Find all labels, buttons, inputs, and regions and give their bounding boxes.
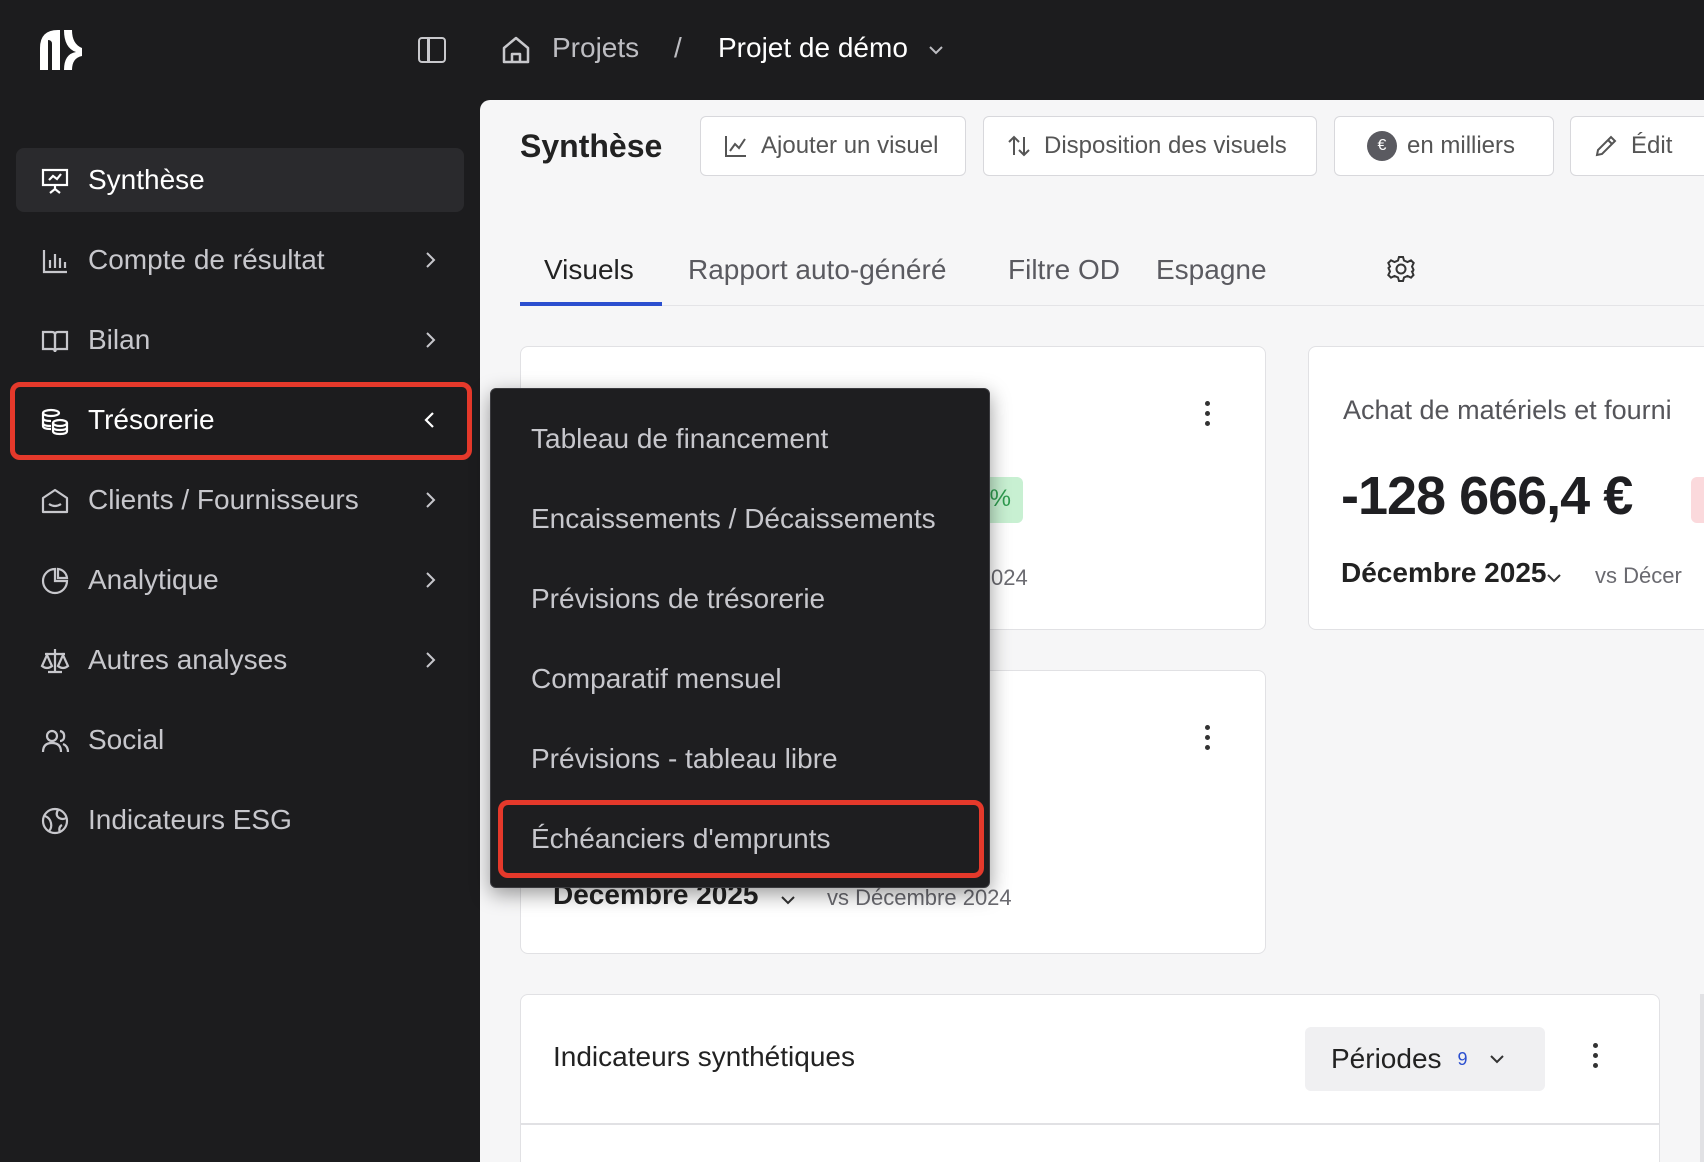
periods-label: Périodes bbox=[1331, 1043, 1442, 1074]
periods-button[interactable]: Périodes 9 bbox=[1305, 1027, 1545, 1091]
gear-icon[interactable] bbox=[1386, 254, 1416, 284]
chevron-down-icon bbox=[1489, 1055, 1504, 1064]
sidebar-item-label: Indicateurs ESG bbox=[88, 804, 292, 835]
layout-visuals-label: Disposition des visuels bbox=[1044, 132, 1287, 159]
card-title: Achat de matériels et fourni bbox=[1343, 395, 1672, 425]
users-icon bbox=[41, 729, 70, 753]
active-tab-indicator bbox=[520, 302, 662, 306]
chevron-down-icon[interactable] bbox=[1545, 569, 1563, 587]
euro-icon: € bbox=[1367, 131, 1397, 161]
pencil-icon bbox=[1595, 135, 1617, 157]
sidebar-item-label: Social bbox=[88, 724, 165, 755]
sidebar-item-autres-analyses[interactable]: Autres analyses bbox=[16, 628, 464, 692]
edit-button[interactable]: Édit bbox=[1570, 116, 1704, 176]
kpi-card-achat-materiels: Achat de matériels et fourni -128 666,4 … bbox=[1308, 346, 1704, 630]
sidebar-item-indicateurs-esg[interactable]: Indicateurs ESG bbox=[16, 788, 464, 852]
chevron-left-icon bbox=[424, 412, 434, 428]
scale-icon bbox=[40, 649, 70, 674]
add-visual-label: Ajouter un visuel bbox=[761, 132, 939, 159]
sidebar-item-compte-de-resultat[interactable]: Compte de résultat bbox=[16, 228, 464, 292]
sidebar-item-social[interactable]: Social bbox=[16, 708, 464, 772]
submenu-item-previsions-de-tresorerie[interactable]: Prévisions de trésorerie bbox=[531, 583, 825, 615]
house-icon bbox=[41, 488, 69, 514]
line-chart-icon bbox=[725, 136, 746, 157]
page-title: Synthèse bbox=[520, 128, 663, 164]
add-visual-button[interactable]: Ajouter un visuel bbox=[700, 116, 966, 176]
sidebar-item-synthese[interactable]: Synthèse bbox=[16, 148, 464, 212]
tab-espagne[interactable]: Espagne bbox=[1156, 254, 1267, 286]
edit-label: Édit bbox=[1631, 132, 1673, 159]
next-card-edge bbox=[1700, 994, 1704, 1162]
submenu-item-encaissements-decaissements[interactable]: Encaissements / Décaissements bbox=[531, 503, 936, 535]
breadcrumb-separator: / bbox=[674, 32, 682, 63]
comparison-label: 024 bbox=[991, 565, 1028, 590]
layout-visuals-button[interactable]: Disposition des visuels bbox=[983, 116, 1317, 176]
chevron-down-icon[interactable] bbox=[779, 891, 797, 909]
bar-chart-icon bbox=[42, 250, 67, 274]
pie-chart-icon bbox=[41, 567, 69, 595]
sidebar-item-label: Compte de résultat bbox=[88, 244, 325, 275]
presentation-icon bbox=[41, 168, 69, 194]
sidebar-item-analytique[interactable]: Analytique bbox=[16, 548, 464, 612]
sidebar-item-label: Analytique bbox=[88, 564, 219, 595]
tab-rapport-auto-genere[interactable]: Rapport auto-généré bbox=[688, 254, 946, 286]
top-bar: Projets / Projet de démo bbox=[0, 0, 1704, 100]
more-options-icon[interactable] bbox=[1591, 1043, 1599, 1073]
submenu-item-previsions-tableau-libre[interactable]: Prévisions - tableau libre bbox=[531, 743, 838, 775]
units-label: en milliers bbox=[1407, 132, 1516, 159]
chevron-right-icon bbox=[426, 492, 436, 508]
sort-arrows-icon bbox=[1008, 135, 1030, 157]
units-button[interactable]: € en milliers bbox=[1334, 116, 1554, 176]
chevron-right-icon bbox=[426, 252, 436, 268]
sidebar-item-label: Autres analyses bbox=[88, 644, 288, 675]
divider bbox=[521, 1123, 1659, 1125]
breadcrumb-projects[interactable]: Projets bbox=[552, 32, 639, 64]
sidebar-item-label: Bilan bbox=[88, 324, 151, 355]
tab-filtre-od[interactable]: Filtre OD bbox=[1008, 254, 1120, 286]
chevron-right-icon bbox=[426, 332, 436, 348]
more-options-icon[interactable] bbox=[1203, 725, 1211, 755]
tab-bar: Visuels Rapport auto-généré Filtre OD Es… bbox=[520, 248, 1704, 306]
sidebar-item-clients-fournisseurs[interactable]: Clients / Fournisseurs bbox=[16, 468, 464, 532]
book-icon bbox=[41, 330, 69, 353]
period-selector[interactable]: Décembre 2025 bbox=[1341, 557, 1546, 589]
sidebar-item-label: Clients / Fournisseurs bbox=[88, 484, 359, 515]
chevron-down-icon[interactable] bbox=[928, 42, 944, 58]
tresorerie-submenu: Tableau de financement Encaissements / D… bbox=[490, 388, 990, 888]
sidebar-item-bilan[interactable]: Bilan bbox=[16, 308, 464, 372]
indicators-title: Indicateurs synthétiques bbox=[553, 1041, 855, 1072]
more-options-icon[interactable] bbox=[1203, 401, 1211, 431]
coins-icon bbox=[41, 408, 69, 436]
sidebar-item-tresorerie[interactable]: Trésorerie bbox=[16, 388, 464, 452]
sidebar-item-label: Trésorerie bbox=[88, 404, 215, 435]
indicators-card: Indicateurs synthétiques Périodes 9 bbox=[520, 994, 1660, 1162]
home-icon[interactable] bbox=[500, 34, 532, 66]
breadcrumb-current-project[interactable]: Projet de démo bbox=[718, 32, 908, 64]
variation-badge bbox=[1691, 477, 1704, 523]
submenu-item-echeanciers-demprunts[interactable]: Échéanciers d'emprunts bbox=[531, 823, 831, 855]
comparison-label: vs Décer bbox=[1595, 563, 1682, 588]
chevron-right-icon bbox=[426, 572, 436, 588]
periods-count: 9 bbox=[1457, 1048, 1468, 1069]
sidebar-item-label: Synthèse bbox=[88, 164, 205, 195]
app-logo[interactable] bbox=[40, 30, 82, 70]
submenu-item-comparatif-mensuel[interactable]: Comparatif mensuel bbox=[531, 663, 782, 695]
kpi-value: -128 666,4 € bbox=[1341, 466, 1633, 526]
sidebar-toggle-button[interactable] bbox=[418, 37, 446, 63]
chevron-right-icon bbox=[426, 652, 436, 668]
tab-visuels[interactable]: Visuels bbox=[544, 254, 634, 286]
submenu-item-tableau-de-financement[interactable]: Tableau de financement bbox=[531, 423, 828, 455]
globe-icon bbox=[41, 807, 69, 835]
comparison-label: vs Décembre 2024 bbox=[827, 885, 1012, 910]
sidebar: Synthèse Compte de résultat Bilan Trésor… bbox=[0, 100, 480, 1162]
